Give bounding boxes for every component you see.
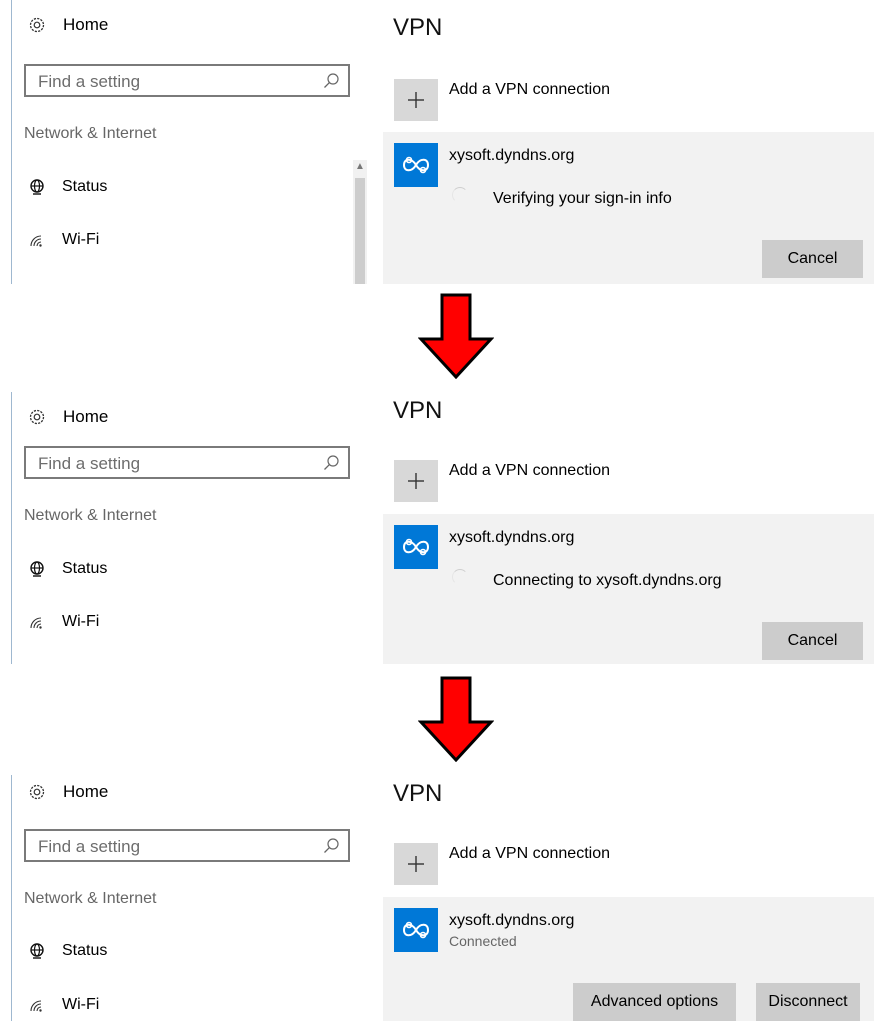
progress-spinner <box>452 569 468 585</box>
screenshot-connecting: Home Find a setting Network & Internet S… <box>0 392 888 664</box>
sidebar-scrollbar[interactable]: ▲ <box>353 160 367 284</box>
home-label: Home <box>63 782 109 801</box>
wifi-icon <box>30 1000 42 1012</box>
vpn-connection-card[interactable]: xysoft.dyndns.org Verifying your sign-in… <box>383 132 874 284</box>
status-label: Status <box>62 560 108 577</box>
wifi-icon <box>30 235 42 247</box>
page-title: VPN <box>393 397 443 424</box>
cancel-button[interactable]: Cancel <box>762 622 863 660</box>
vpn-name: xysoft.dyndns.org <box>449 147 575 164</box>
section-title: Network & Internet <box>24 890 157 907</box>
vpn-status-text: Verifying your sign-in info <box>493 190 672 207</box>
globe-icon <box>30 943 44 959</box>
advanced-options-button[interactable]: Advanced options <box>573 983 736 1021</box>
globe-icon <box>30 561 44 577</box>
home-nav-item[interactable]: Home <box>27 15 108 35</box>
search-icon <box>324 73 339 88</box>
add-vpn-label[interactable]: Add a VPN connection <box>449 462 610 480</box>
status-label: Status <box>62 178 108 195</box>
connected-status: Connected <box>449 933 517 949</box>
vpn-name: xysoft.dyndns.org <box>449 529 575 546</box>
page-title: VPN <box>393 14 443 41</box>
plus-icon <box>408 856 424 872</box>
add-vpn-label[interactable]: Add a VPN connection <box>449 845 610 863</box>
add-vpn-button[interactable] <box>394 79 438 121</box>
sidebar-edge <box>11 775 12 1021</box>
home-nav-item[interactable]: Home <box>27 782 108 802</box>
progress-spinner <box>452 187 468 203</box>
page-title: VPN <box>393 780 443 807</box>
section-title: Network & Internet <box>24 507 157 524</box>
gear-icon <box>29 784 45 800</box>
vpn-icon <box>394 908 438 952</box>
home-label: Home <box>63 407 109 426</box>
wifi-label: Wi-Fi <box>62 231 100 248</box>
sidebar-item-status[interactable]: Status <box>28 178 107 196</box>
search-input[interactable]: Find a setting <box>24 446 350 479</box>
scroll-up-icon[interactable]: ▲ <box>353 160 367 174</box>
sidebar-item-status[interactable]: Status <box>28 560 107 578</box>
sidebar-item-wifi[interactable]: Wi-Fi <box>28 231 99 249</box>
vpn-connection-card[interactable]: xysoft.dyndns.org Connected Advanced opt… <box>383 897 874 1021</box>
vpn-icon <box>394 525 438 569</box>
gear-icon <box>29 409 45 425</box>
search-icon <box>324 838 339 853</box>
plus-icon <box>408 473 424 489</box>
sidebar-item-wifi[interactable]: Wi-Fi <box>28 996 99 1014</box>
disconnect-button[interactable]: Disconnect <box>756 983 860 1021</box>
search-icon <box>324 455 339 470</box>
vpn-icon <box>394 143 438 187</box>
screenshot-verifying: Home Find a setting Network & Internet S… <box>0 0 888 284</box>
home-label: Home <box>63 15 109 34</box>
search-placeholder: Find a setting <box>38 837 141 856</box>
wifi-label: Wi-Fi <box>62 996 100 1013</box>
section-title: Network & Internet <box>24 125 157 142</box>
screenshot-connected: Home Find a setting Network & Internet S… <box>0 775 888 1021</box>
search-placeholder: Find a setting <box>38 454 141 473</box>
gear-icon <box>29 17 45 33</box>
scroll-thumb[interactable] <box>355 178 365 284</box>
status-label: Status <box>62 942 108 959</box>
sidebar-edge <box>11 0 12 284</box>
wifi-label: Wi-Fi <box>62 613 100 630</box>
add-vpn-label[interactable]: Add a VPN connection <box>449 81 610 99</box>
vpn-status-text: Connecting to xysoft.dyndns.org <box>493 572 722 589</box>
search-input[interactable]: Find a setting <box>24 64 350 97</box>
vpn-name: xysoft.dyndns.org <box>449 912 575 929</box>
plus-icon <box>408 92 424 108</box>
home-nav-item[interactable]: Home <box>27 407 108 427</box>
down-arrow <box>418 676 494 762</box>
vpn-connection-card[interactable]: xysoft.dyndns.org Connecting to xysoft.d… <box>383 514 874 664</box>
add-vpn-button[interactable] <box>394 460 438 502</box>
cancel-button[interactable]: Cancel <box>762 240 863 278</box>
globe-icon <box>30 179 44 195</box>
search-placeholder: Find a setting <box>38 72 141 91</box>
sidebar-edge <box>11 392 12 664</box>
sidebar-item-wifi[interactable]: Wi-Fi <box>28 613 99 631</box>
sidebar-item-status[interactable]: Status <box>28 942 107 960</box>
down-arrow <box>418 293 494 379</box>
add-vpn-button[interactable] <box>394 843 438 885</box>
search-input[interactable]: Find a setting <box>24 829 350 862</box>
wifi-icon <box>30 617 42 629</box>
